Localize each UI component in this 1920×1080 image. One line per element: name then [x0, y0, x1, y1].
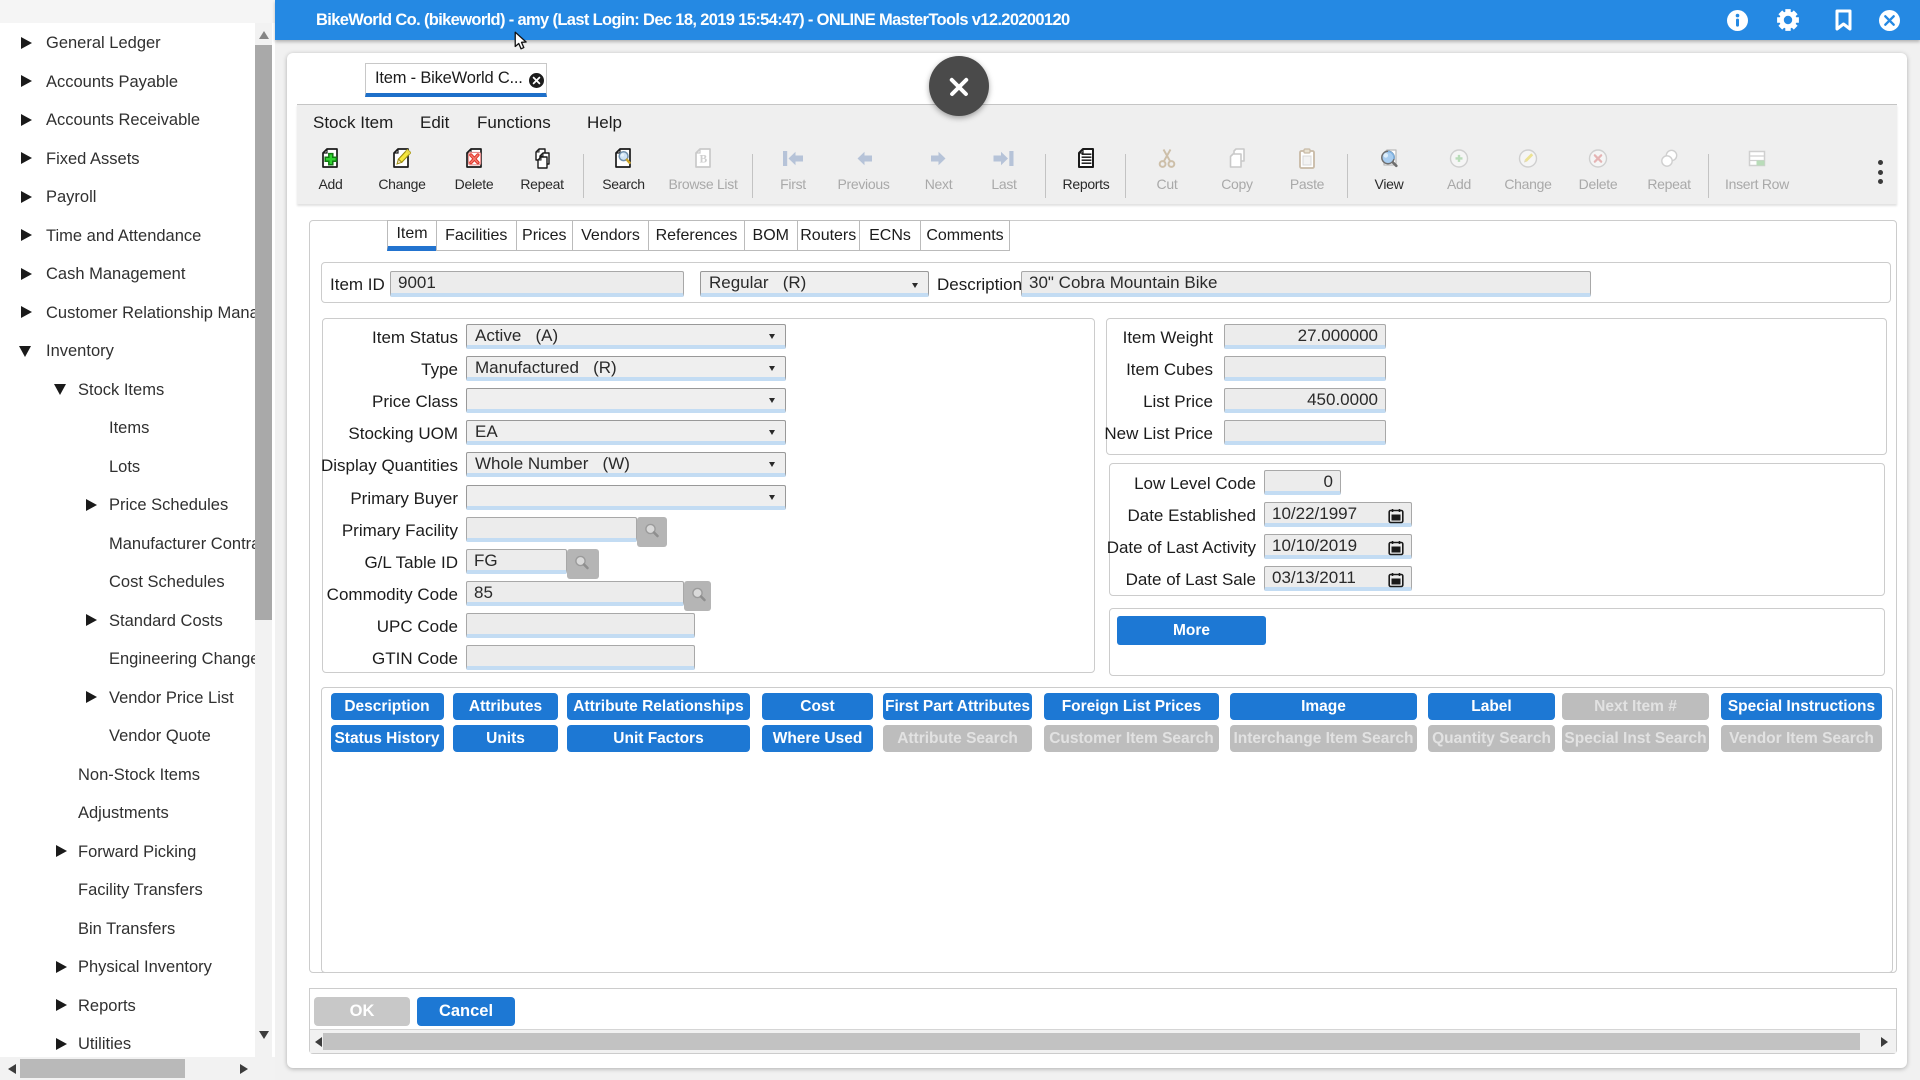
- svg-text:B: B: [699, 154, 707, 166]
